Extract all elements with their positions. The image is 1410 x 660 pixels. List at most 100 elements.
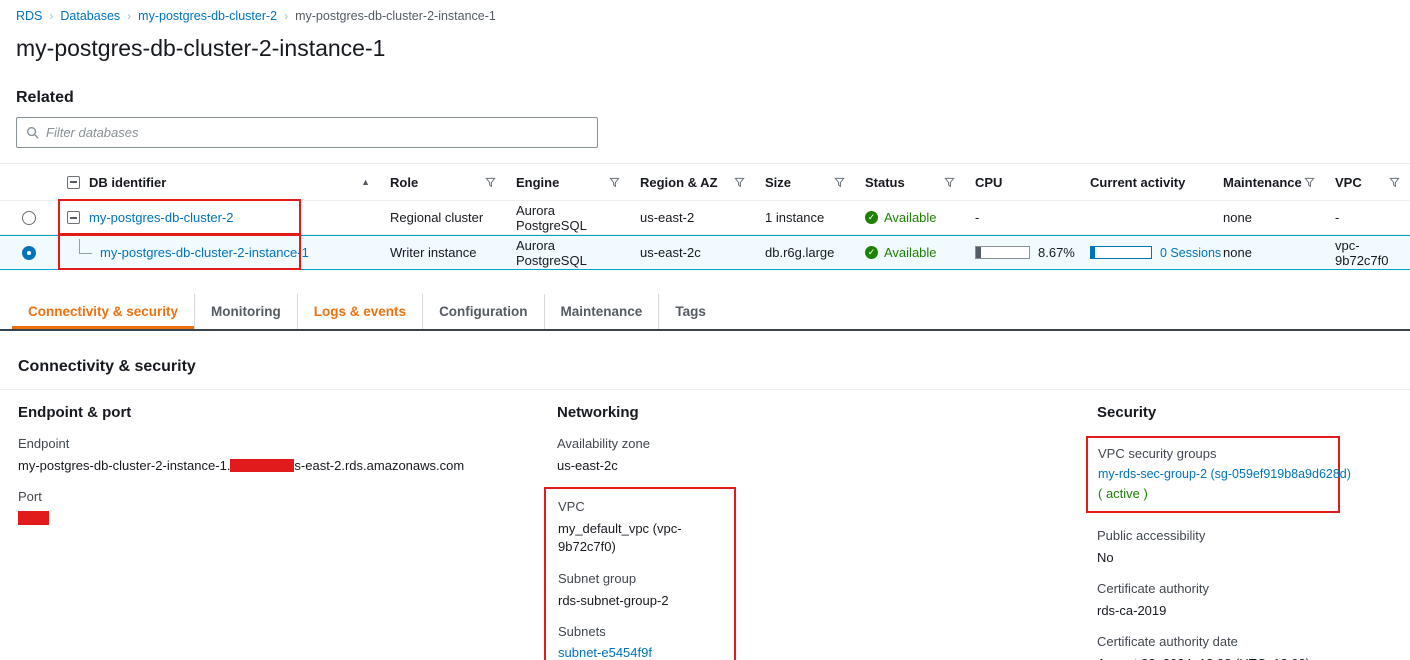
availability-zone-field: Availability zone us-east-2c	[557, 436, 1097, 474]
header-size[interactable]: Size	[755, 164, 855, 200]
breadcrumb-link-databases[interactable]: Databases	[60, 9, 120, 23]
current-activity-cell: 0 Sessions	[1080, 236, 1221, 269]
filter-icon[interactable]	[734, 177, 745, 188]
filter-icon[interactable]	[609, 177, 620, 188]
security-group-link[interactable]: my-rds-sec-group-2 (sg-059ef919b8a9d628d…	[1098, 467, 1351, 481]
column-label: Maintenance	[1223, 174, 1302, 190]
tab-monitoring[interactable]: Monitoring	[194, 294, 297, 329]
column-label: Size	[765, 174, 792, 190]
column-label: Region & AZ	[640, 174, 718, 190]
endpoint-label: Endpoint	[18, 436, 70, 451]
sort-ascending-icon[interactable]	[361, 177, 370, 187]
filter-icon[interactable]	[944, 177, 955, 188]
detail-tabs: Connectivity & security Monitoring Logs …	[0, 294, 1410, 331]
networking-column: Networking Availability zone us-east-2c …	[544, 404, 1097, 660]
column-label: Engine	[516, 174, 560, 190]
vpc-cell: vpc-9b72c7f0	[1335, 237, 1389, 268]
status-text: Available	[884, 210, 937, 225]
subnet-group-value: rds-subnet-group-2	[558, 593, 669, 608]
column-label: DB identifier	[89, 174, 167, 190]
available-status-icon	[865, 211, 878, 224]
filter-icon[interactable]	[834, 177, 845, 188]
filter-icon[interactable]	[485, 177, 496, 188]
page-title: my-postgres-db-cluster-2-instance-1	[16, 35, 386, 61]
endpoint-value: my-postgres-db-cluster-2-instance-1. s-ea…	[18, 457, 557, 474]
header-engine[interactable]: Engine	[506, 164, 630, 200]
subnets-label: Subnets	[558, 624, 606, 639]
cpu-usage-bar	[975, 246, 1030, 259]
current-activity-cell	[1080, 201, 1213, 234]
search-icon	[26, 126, 39, 139]
vpc-cell: -	[1335, 210, 1340, 225]
row-select-cell[interactable]	[0, 201, 57, 234]
radio-selected[interactable]	[21, 245, 36, 260]
radio-unselected[interactable]	[21, 210, 36, 225]
column-label: CPU	[975, 174, 1003, 190]
header-region-az[interactable]: Region & AZ	[630, 164, 755, 200]
size-cell: db.r6g.large	[765, 245, 835, 260]
public-accessibility-label: Public accessibility	[1097, 528, 1206, 543]
annotation-box-networking: VPC my_default_vpc (vpc-9b72c7f0) Subnet…	[544, 487, 736, 660]
region-az-cell: us-east-2	[640, 210, 695, 225]
certificate-authority-value: rds-ca-2019	[1097, 603, 1167, 618]
status-cell: Available	[855, 236, 965, 269]
header-cpu: CPU	[965, 164, 1080, 200]
header-db-identifier[interactable]: DB identifier	[57, 164, 380, 200]
cpu-cell: -	[975, 210, 980, 225]
related-heading: Related	[16, 89, 74, 106]
filter-databases-box[interactable]	[16, 117, 598, 148]
header-status[interactable]: Status	[855, 164, 965, 200]
header-role[interactable]: Role	[380, 164, 506, 200]
certificate-authority-date-value: August 22, 2024, 12:08 (UTC±12:08)	[1097, 655, 1393, 660]
filter-databases-input[interactable]	[46, 125, 588, 140]
tab-maintenance[interactable]: Maintenance	[543, 294, 659, 329]
annotation-box-security-groups: VPC security groups my-rds-sec-group-2 (…	[1086, 436, 1351, 513]
tab-tags[interactable]: Tags	[658, 294, 722, 329]
engine-cell: Aurora PostgreSQL	[516, 237, 587, 268]
sessions-bar	[1090, 246, 1152, 259]
panel-body: Endpoint & port Endpoint my-postgres-db-…	[0, 390, 1410, 660]
certificate-authority-label: Certificate authority	[1097, 581, 1209, 596]
certificate-authority-date-label: Certificate authority date	[1097, 634, 1238, 649]
status-text: Available	[884, 245, 937, 260]
tab-connectivity-security[interactable]: Connectivity & security	[12, 294, 194, 329]
db-identifier-cell[interactable]: my-postgres-db-cluster-2	[57, 199, 380, 235]
endpoint-port-column: Endpoint & port Endpoint my-postgres-db-…	[18, 404, 557, 660]
header-current-activity: Current activity	[1080, 164, 1213, 200]
security-column: Security VPC security groups my-rds-sec-…	[1086, 404, 1393, 660]
public-accessibility-field: Public accessibility No	[1097, 528, 1393, 566]
vpc-security-groups-label: VPC security groups	[1098, 446, 1217, 461]
availability-zone-value: us-east-2c	[557, 458, 618, 473]
row-select-cell[interactable]	[0, 236, 57, 269]
cpu-percent-text: 8.67%	[1038, 245, 1075, 260]
db-identifier-cell[interactable]: my-postgres-db-cluster-2-instance-1	[57, 234, 380, 270]
header-maintenance[interactable]: Maintenance	[1213, 164, 1325, 200]
certificate-authority-field: Certificate authority rds-ca-2019	[1097, 581, 1393, 619]
tab-configuration[interactable]: Configuration	[422, 294, 543, 329]
db-identifier-link-cluster[interactable]: my-postgres-db-cluster-2	[89, 210, 234, 225]
breadcrumb: RDS › Databases › my-postgres-db-cluster…	[0, 0, 1410, 25]
column-label: Role	[390, 174, 419, 190]
subnet-group-field: Subnet group rds-subnet-group-2	[558, 571, 722, 609]
security-title: Security	[1097, 404, 1157, 421]
vpc-link[interactable]: my_default_vpc (vpc-9b72c7f0)	[558, 521, 682, 554]
collapse-all-icon[interactable]	[67, 175, 80, 189]
table-row-cluster[interactable]: my-postgres-db-cluster-2 Regional cluste…	[0, 199, 1410, 235]
table-row-instance[interactable]: my-postgres-db-cluster-2-instance-1 Writ…	[0, 234, 1410, 270]
db-identifier-link-instance[interactable]: my-postgres-db-cluster-2-instance-1	[100, 245, 309, 260]
breadcrumb-link-cluster[interactable]: my-postgres-db-cluster-2	[138, 9, 277, 23]
tree-branch-icon	[79, 239, 92, 254]
status-cell: Available	[855, 201, 965, 234]
breadcrumb-link-rds[interactable]: RDS	[16, 9, 42, 23]
tab-logs-events[interactable]: Logs & events	[296, 294, 422, 329]
collapse-row-icon[interactable]	[67, 211, 80, 224]
breadcrumb-separator-icon: ›	[284, 9, 289, 23]
filter-icon[interactable]	[1304, 177, 1315, 188]
sessions-bar-fill	[1091, 247, 1095, 258]
filter-icon[interactable]	[1389, 177, 1400, 188]
role-cell: Regional cluster	[390, 210, 484, 225]
role-cell: Writer instance	[390, 245, 477, 260]
subnet-link-1[interactable]: subnet-e5454f9f	[558, 645, 722, 660]
header-vpc[interactable]: VPC	[1325, 164, 1410, 200]
sessions-text: 0 Sessions	[1160, 245, 1222, 260]
